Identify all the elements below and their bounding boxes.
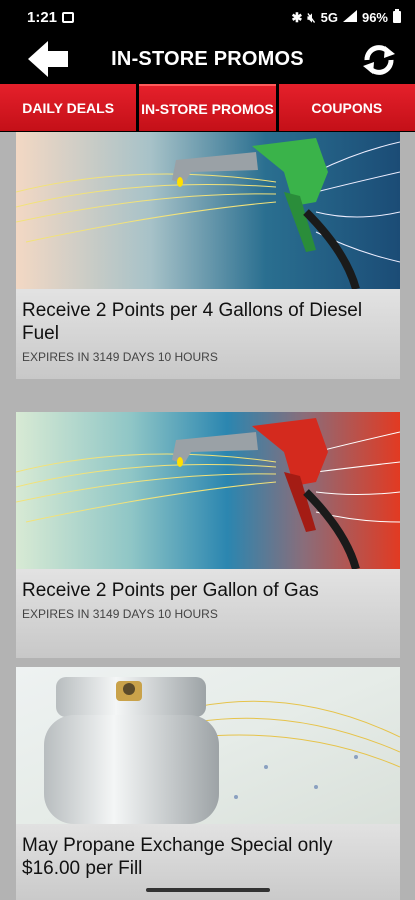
tab-in-store-promos[interactable]: IN-STORE PROMOS bbox=[139, 84, 276, 131]
promo-list[interactable]: Receive 2 Points per 4 Gallons of Diesel… bbox=[0, 132, 415, 900]
battery-label: 96% bbox=[361, 10, 388, 25]
mute-icon: 🔇︎ bbox=[307, 9, 316, 25]
promo-expiry: EXPIRES IN 3149 DAYS 10 HOURS bbox=[22, 607, 218, 621]
status-time: 1:21 bbox=[27, 9, 58, 26]
signal-icon bbox=[342, 10, 357, 25]
promo-card[interactable]: Receive 2 Points per Gallon of Gas EXPIR… bbox=[16, 412, 400, 658]
status-icons: ✱ 🔇︎ 5G 96% bbox=[292, 9, 401, 26]
promo-card[interactable]: May Propane Exchange Special only $16.00… bbox=[16, 667, 400, 900]
red-fuel-nozzle-image bbox=[16, 412, 400, 569]
home-indicator[interactable] bbox=[146, 888, 270, 892]
promo-card[interactable]: Receive 2 Points per 4 Gallons of Diesel… bbox=[16, 132, 400, 379]
promo-title: May Propane Exchange Special only $16.00… bbox=[22, 835, 333, 879]
bluetooth-icon: ✱ bbox=[291, 9, 303, 25]
promo-expiry: EXPIRES IN 3149 DAYS 10 HOURS bbox=[22, 350, 218, 364]
page-title: IN-STORE PROMOS bbox=[111, 48, 304, 70]
green-fuel-nozzle-image bbox=[16, 132, 400, 289]
tab-coupons[interactable]: COUPONS bbox=[278, 84, 415, 131]
status-bar: 1:21 ✱ 🔇︎ 5G 96% bbox=[0, 0, 415, 36]
refresh-icon bbox=[363, 45, 395, 75]
refresh-button[interactable] bbox=[359, 40, 399, 80]
promo-title: Receive 2 Points per 4 Gallons of Diesel… bbox=[22, 300, 363, 344]
propane-tank-image bbox=[16, 667, 400, 824]
battery-icon bbox=[393, 9, 401, 26]
tab-bar: DAILY DEALS IN-STORE PROMOS COUPONS bbox=[0, 84, 415, 132]
gallery-notification-icon bbox=[62, 12, 74, 23]
tab-daily-deals[interactable]: DAILY DEALS bbox=[0, 84, 137, 131]
app-header: IN-STORE PROMOS bbox=[0, 36, 415, 84]
network-label: 5G bbox=[320, 10, 338, 25]
promo-title: Receive 2 Points per Gallon of Gas bbox=[22, 580, 319, 601]
